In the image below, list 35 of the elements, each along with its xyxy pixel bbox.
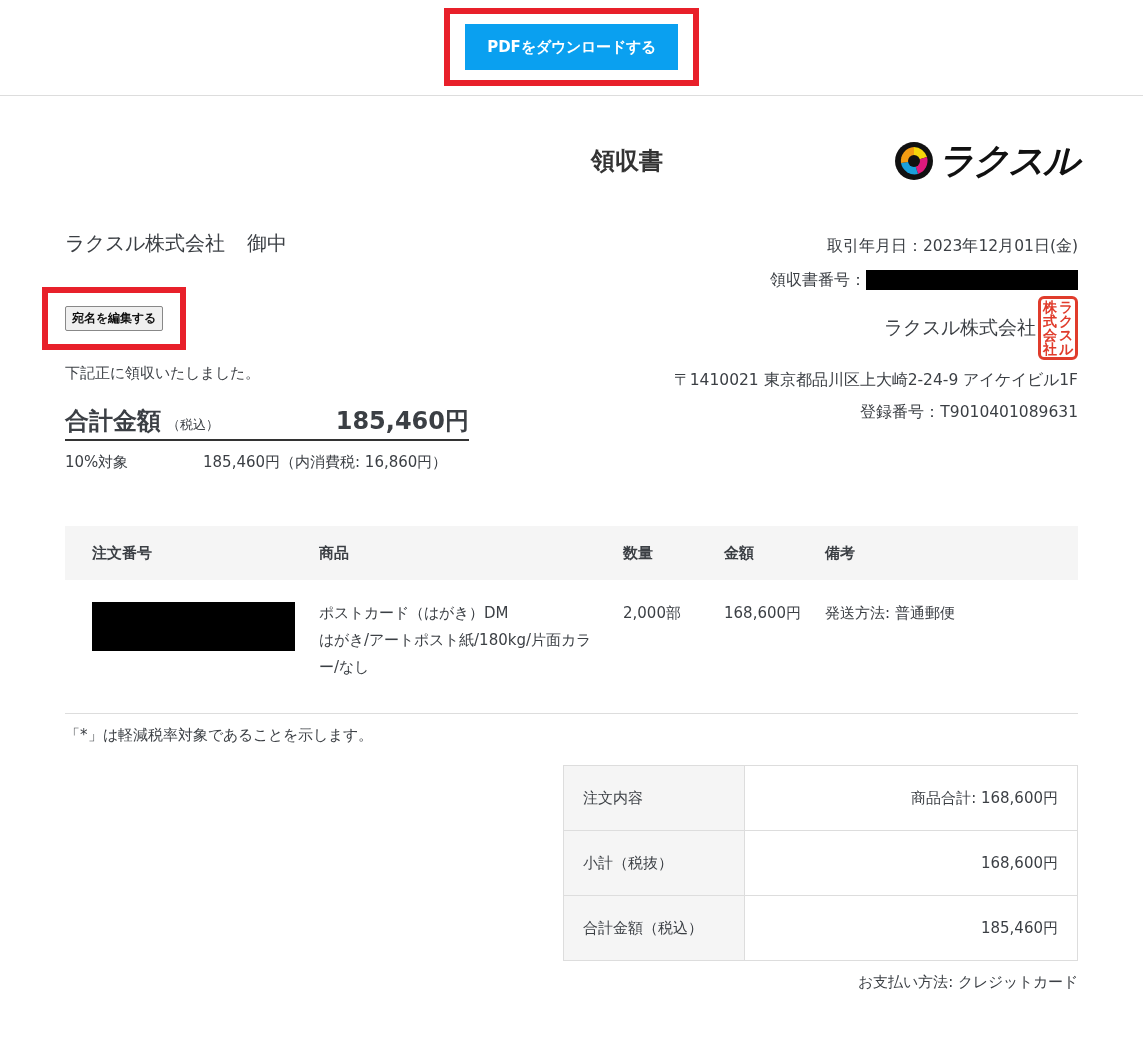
- column-header: 備考: [825, 542, 856, 564]
- received-note: 下記正に領収いたしました。: [65, 364, 261, 383]
- table-cell-text: 発送方法: 普通郵便: [825, 603, 956, 624]
- column-header: 商品: [319, 543, 350, 563]
- recipient-honorific: 御中: [247, 230, 287, 257]
- summary-value: 168,600円: [979, 853, 1059, 873]
- tax-included-note: （税込）: [167, 416, 219, 434]
- tax-detail: 185,460円（内消費税: 16,860円）: [203, 453, 448, 471]
- total-amount: 185,460円: [335, 406, 469, 437]
- reduced-tax-note: 「*」は軽減税率対象であることを示します。: [65, 726, 374, 745]
- company-name: ラクスル株式会社: [884, 315, 1036, 340]
- product-name: ポストカード（はがき）DM: [319, 603, 510, 624]
- summary-value: 商品合計: 168,600円: [910, 788, 1059, 808]
- company-seal: 株式会社 ラクスル: [1038, 296, 1078, 360]
- summary-label: 小計（税抜）: [564, 831, 745, 895]
- logo-icon: [894, 141, 934, 181]
- document-title: 領収書: [589, 146, 664, 177]
- tax-rate: 10%対象: [65, 453, 130, 472]
- payment-method: お支払い方法: クレジットカード: [857, 973, 1078, 992]
- summary-value: 185,460円: [979, 918, 1059, 938]
- table-cell-text: 168,600円: [724, 603, 803, 624]
- column-header: 数量: [623, 542, 654, 564]
- summary-label: 合計金額（税込）: [564, 896, 745, 960]
- summary-label: 注文内容: [564, 766, 745, 830]
- column-header: 注文番号: [91, 543, 153, 563]
- column-header: 金額: [724, 542, 755, 564]
- company-address: 〒1410021 東京都品川区上大崎2-24-9 アイケイビル1F: [673, 370, 1078, 391]
- total-label: 合計金額: [65, 406, 161, 437]
- transaction-date: 取引年月日：2023年12月01日(金): [827, 236, 1078, 257]
- edit-recipient-button[interactable]: 宛名を編集する: [65, 306, 163, 331]
- table-cell-text: 2,000部: [623, 603, 682, 624]
- product-spec: はがき/アートポスト紙/180kg/片面カラー/なし: [319, 630, 592, 678]
- recipient-name: ラクスル株式会社: [65, 230, 225, 257]
- receipt-number-label: 領収書番号：: [770, 270, 866, 291]
- registration-number: 登録番号：T9010401089631: [860, 402, 1078, 423]
